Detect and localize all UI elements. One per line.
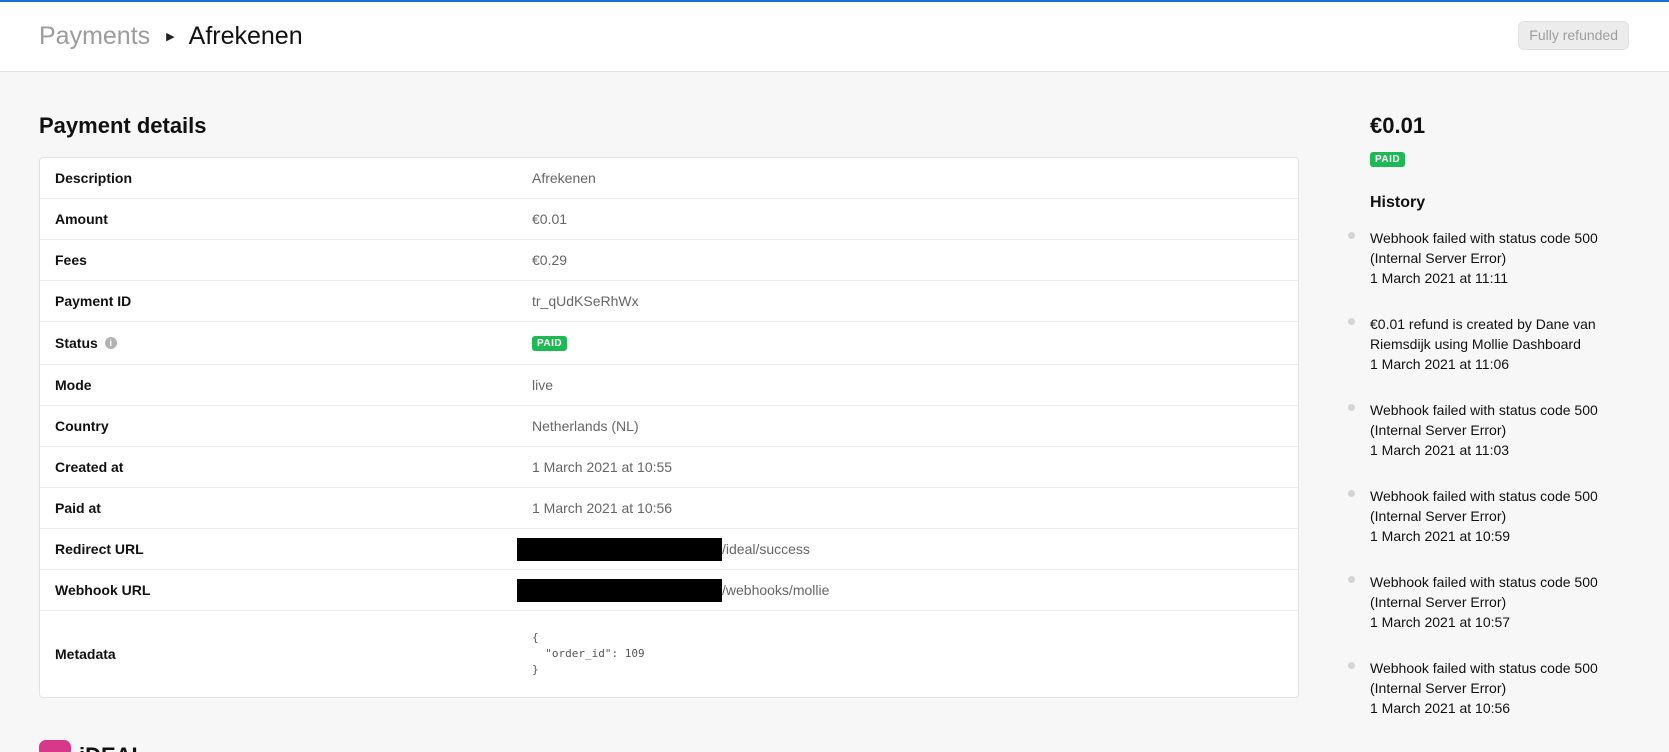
- row-value: PAID: [532, 335, 1298, 351]
- breadcrumb-arrow-icon: ▶: [166, 31, 175, 43]
- row-mode: Mode live: [40, 365, 1298, 406]
- row-country: Country Netherlands (NL): [40, 406, 1298, 447]
- history-item: Webhook failed with status code 500 (Int…: [1348, 658, 1640, 744]
- row-label: Webhook URL: [55, 582, 151, 598]
- history-item-date: 1 March 2021 at 10:56: [1370, 700, 1511, 716]
- row-label: Country: [55, 418, 109, 434]
- row-redirect-url: Redirect URL /ideal/success: [40, 529, 1298, 570]
- breadcrumb: Payments ▶ Afrekenen: [39, 22, 303, 51]
- history-item-text: €0.01 refund is created by Dane van Riem…: [1370, 316, 1596, 352]
- row-label: Fees: [55, 252, 87, 268]
- redacted-block: [517, 537, 722, 561]
- history-item-text: Webhook failed with status code 500 (Int…: [1370, 402, 1598, 438]
- row-value: { "order_id": 109 }: [532, 630, 1298, 678]
- row-webhook-url: Webhook URL /webhooks/mollie: [40, 570, 1298, 611]
- section-title: Payment details: [39, 113, 207, 138]
- page-header: Payments ▶ Afrekenen Fully refunded: [0, 2, 1669, 72]
- metadata-json: { "order_id": 109 }: [532, 631, 645, 676]
- row-created-at: Created at 1 March 2021 at 10:55: [40, 447, 1298, 488]
- status-badge: PAID: [532, 335, 568, 351]
- details-table: Description Afrekenen Amount €0.01 Fees …: [39, 157, 1299, 698]
- row-paid-at: Paid at 1 March 2021 at 10:56: [40, 488, 1298, 529]
- row-fees: Fees €0.29: [40, 240, 1298, 281]
- history-item: €0.01 refund is created by Dane van Riem…: [1348, 314, 1640, 400]
- history-item: Webhook failed with status code 500 (Int…: [1348, 228, 1640, 314]
- row-label: Mode: [55, 377, 92, 393]
- timeline-dot-icon: [1348, 662, 1355, 669]
- history-item: Webhook failed with status code 500 (Int…: [1348, 400, 1640, 486]
- row-status: Status i PAID: [40, 322, 1298, 365]
- row-label-wrapper: Status i: [40, 335, 532, 351]
- webhook-url-path: /webhooks/mollie: [722, 582, 830, 598]
- row-value: /webhooks/mollie: [517, 578, 1298, 602]
- history-item-date: 1 March 2021 at 10:57: [1370, 614, 1511, 630]
- info-icon[interactable]: i: [104, 337, 117, 349]
- row-value: 1 March 2021 at 10:55: [532, 459, 673, 475]
- row-label: Description: [55, 170, 133, 186]
- history-item: Webhook failed with status code 500 (Int…: [1348, 486, 1640, 572]
- history-title: History: [1370, 194, 1426, 211]
- history-item-text: Webhook failed with status code 500 (Int…: [1370, 230, 1598, 266]
- history-item-date: 1 March 2021 at 11:11: [1370, 270, 1509, 286]
- row-metadata: Metadata { "order_id": 109 }: [40, 611, 1298, 697]
- row-label: Redirect URL: [55, 541, 144, 557]
- row-payment-id: Payment ID tr_qUdKSeRhWx: [40, 281, 1298, 322]
- row-label: Payment ID: [55, 293, 132, 309]
- row-label: Status: [55, 335, 98, 351]
- timeline-dot-icon: [1348, 490, 1355, 497]
- row-amount: Amount €0.01: [40, 199, 1298, 240]
- page-title: Afrekenen: [188, 22, 303, 50]
- payment-method-name: iDEAL: [79, 743, 145, 752]
- history-item-text: Webhook failed with status code 500 (Int…: [1370, 488, 1598, 524]
- timeline-dot-icon: [1348, 404, 1355, 411]
- redirect-url-path: /ideal/success: [722, 541, 810, 557]
- history-item: Webhook failed with status code 500 (Int…: [1348, 572, 1640, 658]
- payment-summary-sidebar: €0.01 PAID History Webhook failed with s…: [1348, 110, 1640, 744]
- breadcrumb-payments-link[interactable]: Payments: [39, 22, 150, 51]
- row-value: €0.01: [532, 211, 568, 227]
- row-value: tr_qUdKSeRhWx: [532, 293, 639, 309]
- history-item-text: Webhook failed with status code 500 (Int…: [1370, 660, 1598, 696]
- history-item-text: Webhook failed with status code 500 (Int…: [1370, 574, 1598, 610]
- row-value: €0.29: [532, 252, 568, 268]
- row-value: Netherlands (NL): [532, 418, 639, 434]
- history-item-date: 1 March 2021 at 11:06: [1370, 356, 1510, 372]
- timeline-dot-icon: [1348, 576, 1355, 583]
- row-description: Description Afrekenen: [40, 158, 1298, 199]
- row-value: /ideal/success: [517, 537, 1298, 561]
- status-badge: PAID: [1370, 152, 1406, 167]
- row-value: 1 March 2021 at 10:56: [532, 500, 673, 516]
- row-value: Afrekenen: [532, 170, 596, 186]
- row-label: Created at: [55, 459, 124, 475]
- row-label: Amount: [55, 211, 108, 227]
- row-label: Paid at: [55, 500, 101, 516]
- history-item-date: 1 March 2021 at 11:03: [1370, 442, 1510, 458]
- row-value: live: [532, 377, 554, 393]
- fully-refunded-button[interactable]: Fully refunded: [1518, 21, 1629, 50]
- payment-details-section: Payment details Description Afrekenen Am…: [39, 110, 1299, 698]
- timeline-dot-icon: [1348, 232, 1355, 239]
- history-list: Webhook failed with status code 500 (Int…: [1348, 228, 1640, 744]
- payment-method-header: iDEAL: [39, 740, 145, 752]
- summary-amount: €0.01: [1370, 113, 1426, 138]
- redacted-block: [517, 578, 722, 602]
- timeline-dot-icon: [1348, 318, 1355, 325]
- ideal-logo-icon: [39, 740, 71, 752]
- row-label: Metadata: [55, 646, 116, 662]
- history-item-date: 1 March 2021 at 10:59: [1370, 528, 1511, 544]
